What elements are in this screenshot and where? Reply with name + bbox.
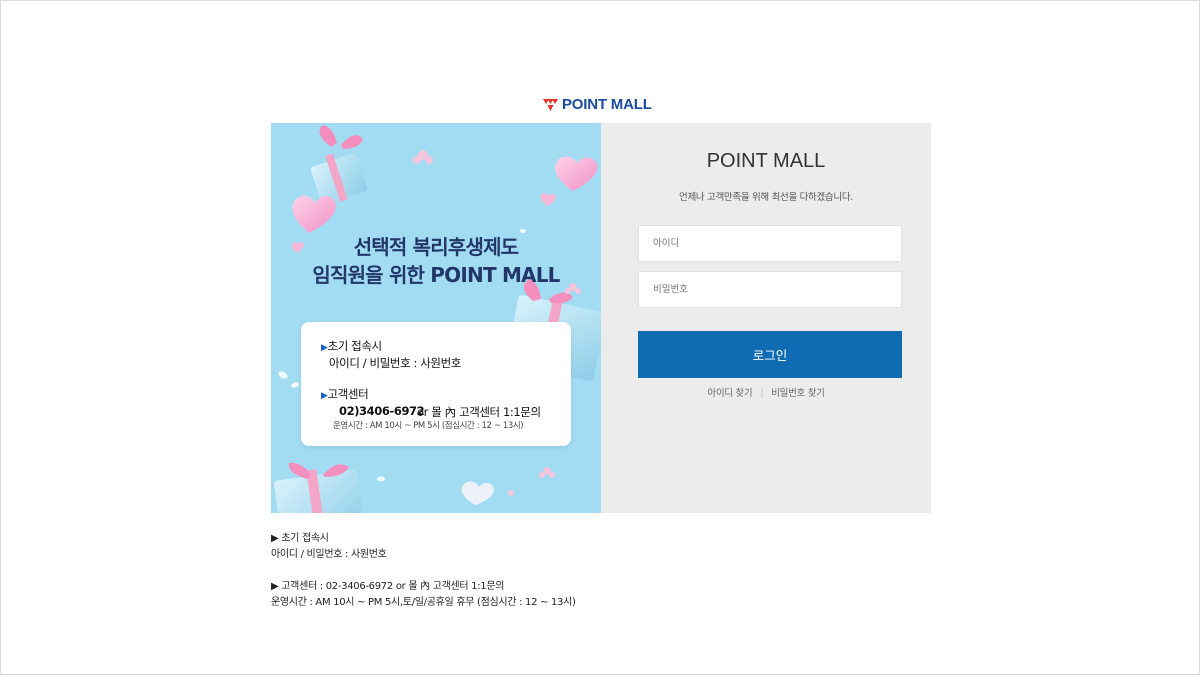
find-password-link[interactable]: 비밀번호 찾기 <box>771 388 825 399</box>
point-mall-logo-icon <box>543 98 558 111</box>
site-logo[interactable]: POINT MALL <box>543 95 652 113</box>
info-line-hours: 운영시간 : AM 10시 ~ PM 5시,토/일/공휴일 휴무 (점심시간 :… <box>271 597 576 608</box>
first-access-desc: 아이디 / 비밀번호 : 사원번호 <box>329 356 461 370</box>
heart-icon <box>540 193 556 206</box>
login-panel: POINT MALL 언제나 고객만족을 위해 최선을 다하겠습니다. 로그인 … <box>601 123 931 513</box>
info-line-first-access: ▶ 초기 접속시 <box>271 533 329 544</box>
support-or-text: or 몰 內 고객센터 1:1문의 <box>417 405 541 419</box>
banner-info-card: ▶초기 접속시 아이디 / 비밀번호 : 사원번호 ▶고객센터 02)3406-… <box>301 322 571 446</box>
info-line-credentials: 아이디 / 비밀번호 : 사원번호 <box>271 549 387 560</box>
banner-headline-2: 임직원을 위한 POINT MALL <box>312 263 560 287</box>
promo-banner: 선택적 복리후생제도 임직원을 위한 POINT MALL ▶초기 접속시 아이… <box>271 123 601 513</box>
heart-icon <box>461 481 494 505</box>
password-input[interactable] <box>638 271 902 308</box>
info-line-support: ▶ 고객센터 : 02-3406-6972 or 몰 內 고객센터 1:1문의 <box>271 581 505 592</box>
user-id-input[interactable] <box>638 225 902 262</box>
heart-icon <box>555 156 598 191</box>
login-button[interactable]: 로그인 <box>638 331 902 378</box>
find-account-links: 아이디 찾기 | 비밀번호 찾기 <box>601 385 931 399</box>
heart-icon <box>292 195 336 233</box>
banner-headline-1: 선택적 복리후생제도 <box>353 235 519 259</box>
link-separator: | <box>760 388 764 399</box>
banner-decoration <box>274 125 601 513</box>
logo-text: POINT MALL <box>562 95 652 113</box>
find-id-link[interactable]: 아이디 찾기 <box>707 388 752 399</box>
gift-box-icon <box>310 125 368 205</box>
support-hours: 운영시간 : AM 10시 ~ PM 5시 (점심시간 : 12 ~ 13시) <box>333 421 524 431</box>
login-subtitle: 언제나 고객만족을 위해 최선을 다하겠습니다. <box>679 192 853 203</box>
support-heading: ▶고객센터 <box>321 387 369 401</box>
gift-box-icon <box>274 462 365 513</box>
support-phone: 02)3406-6972 <box>339 404 425 418</box>
first-access-heading: ▶초기 접속시 <box>321 339 382 353</box>
login-title: POINT MALL <box>706 150 826 172</box>
